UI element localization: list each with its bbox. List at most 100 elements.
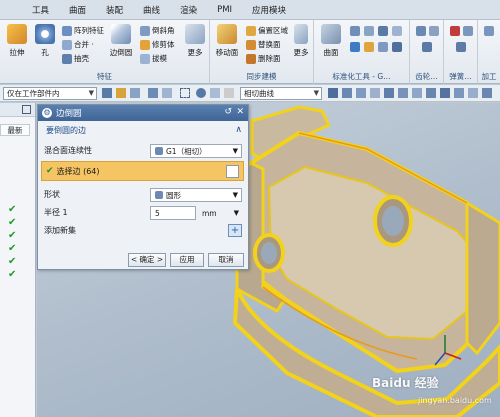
hole-button[interactable]: 孔 [30, 24, 60, 58]
filter-icon[interactable] [102, 88, 112, 98]
checkmark-icon[interactable]: ✔ [8, 230, 16, 241]
snap-icon[interactable] [116, 88, 126, 98]
navigator-header [0, 103, 35, 117]
std-tool-icon[interactable] [392, 26, 402, 36]
menu-pmi[interactable]: PMI [207, 5, 242, 15]
replace-face-label: 替换面 [258, 40, 281, 49]
radius-input[interactable]: 5 [150, 206, 196, 220]
ok-button[interactable]: < 确定 > [128, 253, 166, 267]
curve-rule-combo[interactable]: 相切曲线 ▼ [240, 87, 322, 100]
snap-point-icon[interactable] [440, 88, 450, 98]
checkmark-icon[interactable]: ✔ [8, 243, 16, 254]
std-tool-icon[interactable] [350, 42, 360, 52]
std-tool-icon[interactable] [378, 42, 388, 52]
replace-face-button[interactable]: 替换面 [246, 39, 281, 50]
snap-point-icon[interactable] [482, 88, 492, 98]
surface-button[interactable]: 曲面 [316, 24, 346, 58]
newest-column-header[interactable]: 最新 [0, 124, 30, 136]
shell-button[interactable]: 抽壳 [62, 53, 89, 64]
pattern-feature-button[interactable]: 阵列特征 [62, 25, 104, 36]
gear-icon[interactable] [429, 26, 439, 36]
delete-face-button[interactable]: 删除面 [246, 53, 281, 64]
chamfer-icon [140, 25, 150, 36]
move-face-button[interactable]: 移动面 [212, 24, 242, 58]
edges-section-header[interactable]: 要倒圆的边 ∧ [40, 125, 246, 139]
menu-assembly[interactable]: 装配 [96, 4, 133, 16]
cancel-button[interactable]: 取消 [208, 253, 244, 267]
std-tool-icon[interactable] [364, 26, 374, 36]
shape-select[interactable]: 圆形 ▼ [150, 188, 242, 202]
checkmark-icon[interactable]: ✔ [8, 256, 16, 267]
snap-point-icon[interactable] [454, 88, 464, 98]
hole-label: 孔 [41, 48, 49, 57]
sync-more-button[interactable]: 更多 [290, 24, 312, 58]
radius-unit: mm [202, 208, 217, 218]
gear-icon[interactable] [422, 42, 432, 52]
unite-label: 合并 · [74, 40, 94, 49]
snap-point-icon[interactable] [426, 88, 436, 98]
box-select-icon[interactable] [180, 88, 190, 98]
snap-point-icon[interactable] [356, 88, 366, 98]
gear-icon[interactable] [416, 26, 426, 36]
checkmark-icon[interactable]: ✔ [8, 204, 16, 215]
select-edge-row[interactable]: ✔ 选择边 (64) [41, 161, 244, 181]
snap-point-icon[interactable] [398, 88, 408, 98]
selection-toolbar: 仅在工作部件内 ▼ 相切曲线 ▼ [0, 85, 500, 102]
extrude-button[interactable]: 拉伸 [2, 24, 32, 58]
checkmark-icon[interactable]: ✔ [8, 217, 16, 228]
standard-tools-group-title: 标准化工具 - G… [332, 72, 391, 81]
apply-button[interactable]: 应用 [170, 253, 204, 267]
draft-icon [140, 53, 150, 64]
unite-button[interactable]: 合并 · [62, 39, 94, 50]
layer-icon[interactable] [224, 88, 234, 98]
chevron-down-icon: ▼ [232, 147, 238, 155]
edge-blend-button[interactable]: 边倒圆 [104, 24, 138, 58]
checkmark-icon: ✔ [46, 166, 54, 176]
select-all-icon[interactable] [148, 88, 158, 98]
radius-unit-select[interactable]: mm ▼ [198, 206, 242, 220]
std-tool-icon[interactable] [350, 26, 360, 36]
std-tool-icon[interactable] [392, 42, 402, 52]
add-new-set-button[interactable]: + [228, 224, 242, 237]
menu-render[interactable]: 渲染 [170, 4, 207, 16]
menu-tools[interactable]: 工具 [22, 4, 59, 16]
view-icon[interactable] [210, 88, 220, 98]
close-icon[interactable]: ✕ [236, 107, 244, 117]
offset-region-label: 偏置区域 [258, 26, 288, 35]
maximize-icon[interactable] [22, 105, 31, 114]
deselect-icon[interactable] [162, 88, 172, 98]
selection-scope-combo[interactable]: 仅在工作部件内 ▼ [3, 87, 97, 100]
draft-button[interactable]: 拔模 [140, 53, 167, 64]
checkmark-icon[interactable]: ✔ [8, 269, 16, 280]
snap-point-icon[interactable] [328, 88, 338, 98]
std-tool-icon[interactable] [364, 42, 374, 52]
part-hole-inner [261, 242, 277, 264]
cursor-icon[interactable] [130, 88, 140, 98]
chevron-up-icon[interactable]: ∧ [235, 125, 242, 135]
continuity-select[interactable]: G1（相切） ▼ [150, 144, 242, 158]
snap-point-icon[interactable] [342, 88, 352, 98]
menu-curve[interactable]: 曲线 [133, 4, 170, 16]
gear-icon[interactable]: ⚙ [42, 108, 52, 118]
delete-face-label: 删除面 [258, 54, 281, 63]
std-tool-icon[interactable] [378, 26, 388, 36]
select-edge-icon[interactable] [226, 165, 239, 178]
render-mode-icon[interactable] [196, 88, 206, 98]
process-icon[interactable] [484, 26, 494, 36]
menu-applications[interactable]: 应用模块 [242, 4, 296, 16]
trim-body-button[interactable]: 修剪体 [140, 39, 175, 50]
chamfer-button[interactable]: 倒斜角 [140, 25, 175, 36]
spring-icon[interactable] [463, 26, 473, 36]
spring-icon[interactable] [450, 26, 460, 36]
reset-icon[interactable]: ↺ [224, 107, 232, 117]
curve-rule-value: 相切曲线 [244, 89, 274, 98]
snap-point-icon[interactable] [370, 88, 380, 98]
snap-point-icon[interactable] [468, 88, 478, 98]
snap-point-icon[interactable] [412, 88, 422, 98]
spring-icon[interactable] [456, 42, 466, 52]
snap-point-icon[interactable] [384, 88, 394, 98]
menu-surface[interactable]: 曲面 [59, 4, 96, 16]
offset-region-button[interactable]: 偏置区域 [246, 25, 288, 36]
feature-more-button[interactable]: 更多 [180, 24, 210, 58]
unite-icon [62, 39, 72, 50]
